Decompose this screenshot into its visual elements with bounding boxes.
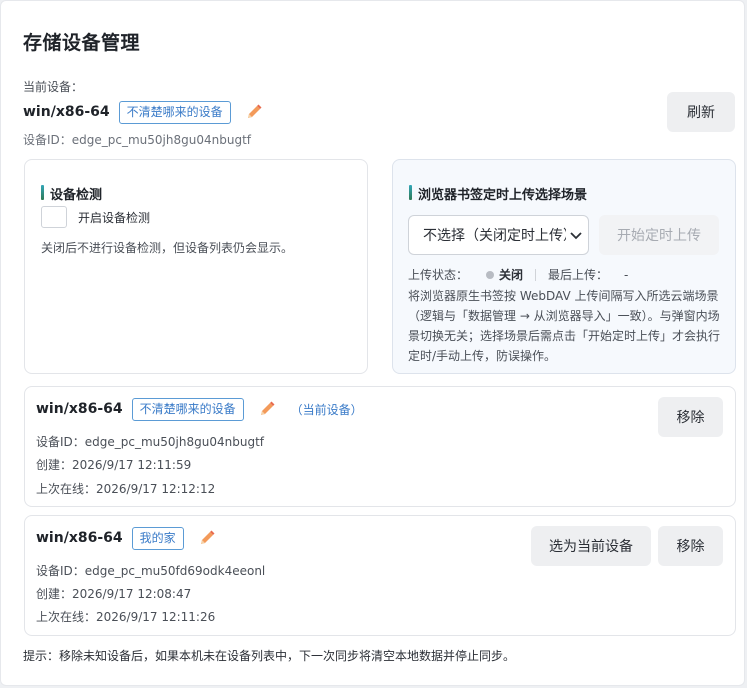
device-detection-checkbox-label: 开启设备检测 [78, 211, 151, 225]
current-device-id: 设备ID：edge_pc_mu50jh8gu04nbugtf [23, 133, 252, 147]
device-detection-checkbox[interactable] [41, 206, 67, 228]
device-tag: 不清楚哪来的设备 [131, 397, 244, 421]
page-title: 存储设备管理 [23, 32, 141, 54]
last-upload-value: - [624, 267, 629, 282]
removal-hint: 提示：移除未知设备后，如果本机未在设备列表中，下一次同步将清空本地数据并停止同步… [23, 649, 516, 663]
pencil-icon[interactable] [197, 528, 217, 548]
refresh-button[interactable]: 刷新 [667, 92, 735, 132]
chevron-down-icon [566, 225, 586, 245]
upload-status-value: 关闭 [499, 268, 524, 282]
device-item-head: win/x86-64 不清楚哪来的设备 （当前设备） [36, 397, 363, 421]
scene-select-value: 不选择（关闭定时上传） [423, 228, 577, 244]
device-item-head: win/x86-64 我的家 [36, 526, 217, 550]
bookmark-upload-desc: 将浏览器原生书签按 WebDAV 上传间隔写入所选云端场景（逻辑与「数据管理 →… [408, 289, 721, 363]
current-device-name: win/x86-64 [23, 104, 110, 120]
device-created: 创建：2026/9/17 12:11:59 [36, 458, 192, 472]
device-detection-title: 设备检测 [41, 184, 102, 203]
pencil-icon[interactable] [244, 102, 264, 122]
pencil-icon[interactable] [257, 399, 277, 419]
current-device-mark: （当前设备） [290, 402, 363, 417]
remove-device-button[interactable]: 移除 [658, 397, 723, 437]
scene-select[interactable]: 不选择（关闭定时上传） [408, 215, 589, 255]
upload-status-label: 上传状态： [408, 268, 469, 282]
device-last-online: 上次在线：2026/9/17 12:11:26 [36, 610, 216, 624]
device-name: win/x86-64 [36, 401, 123, 417]
device-name: win/x86-64 [36, 530, 123, 546]
device-id: 设备ID：edge_pc_mu50fd69odk4eeonl [36, 564, 266, 578]
device-created: 创建：2026/9/17 12:08:47 [36, 587, 192, 601]
device-tag: 我的家 [131, 526, 184, 550]
remove-device-button[interactable]: 移除 [658, 526, 723, 566]
current-device-row: win/x86-64 不清楚哪来的设备 [23, 100, 264, 124]
select-current-device-button[interactable]: 选为当前设备 [531, 526, 651, 566]
storage-device-panel: 存储设备管理 当前设备： win/x86-64 不清楚哪来的设备 设备ID：ed… [0, 0, 745, 686]
last-upload-label: 最后上传： [548, 268, 609, 282]
device-detection-desc: 关闭后不进行设备检测，但设备列表仍会显示。 [41, 241, 294, 255]
status-dot-icon [486, 270, 495, 279]
device-id: 设备ID：edge_pc_mu50jh8gu04nbugtf [36, 435, 265, 449]
upload-status-row: 上传状态： 关闭 最后上传： - [408, 266, 628, 283]
status-divider [535, 268, 537, 281]
device-last-online: 上次在线：2026/9/17 12:12:12 [36, 482, 216, 496]
current-device-tag: 不清楚哪来的设备 [118, 100, 231, 124]
bookmark-upload-title: 浏览器书签定时上传选择场景 [409, 184, 587, 203]
start-upload-button[interactable]: 开始定时上传 [599, 215, 719, 255]
current-device-label: 当前设备： [23, 80, 84, 94]
